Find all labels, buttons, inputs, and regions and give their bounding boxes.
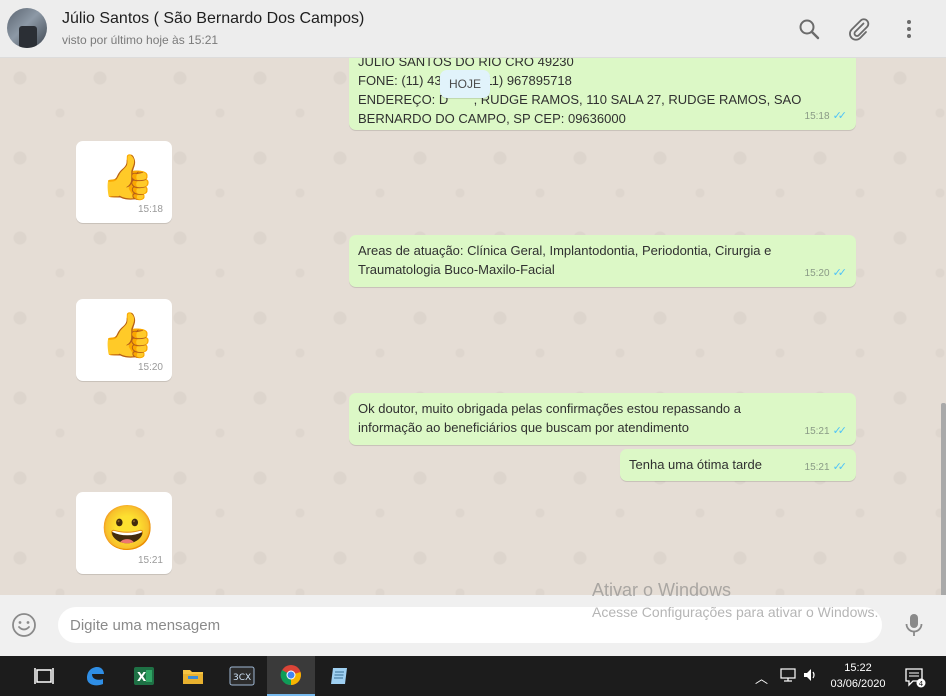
file-explorer-icon[interactable] (169, 656, 217, 696)
read-receipt-icon: ✓✓ (832, 461, 848, 473)
message-bubble-outgoing[interactable]: Tenha uma ótima tarde 15:21 ✓✓ (620, 449, 856, 481)
emoji-picker-icon[interactable] (11, 612, 37, 638)
grinning-face-emoji: 😀 (100, 504, 155, 553)
message-meta: 15:21 ✓✓ (804, 422, 848, 441)
message-time: 15:21 (804, 426, 830, 437)
last-seen-status: visto por último hoje às 15:21 (62, 33, 219, 47)
notepad-icon[interactable] (316, 656, 364, 696)
system-clock[interactable]: 15:22 03/06/2020 (823, 660, 893, 692)
message-composer (0, 595, 946, 656)
read-receipt-icon: ✓✓ (832, 267, 848, 279)
message-bubble-outgoing[interactable]: JULIO SANTOS DO RIO CRO 49230 FONE: (11)… (349, 58, 856, 130)
edge-icon[interactable] (71, 656, 119, 696)
thumbs-up-emoji: 👍 (100, 153, 155, 202)
message-bubble-incoming[interactable]: 👍 15:18 (76, 141, 172, 223)
clock-time: 15:22 (844, 662, 872, 674)
message-time: 15:20 (804, 268, 830, 279)
message-time: 15:21 (137, 555, 163, 566)
chat-header: Júlio Santos ( São Bernardo Dos Campos) … (0, 0, 946, 58)
show-hidden-icons-chevron-icon[interactable]: ︿ (755, 668, 768, 687)
notification-count: 4 (919, 680, 924, 688)
svg-text:X: X (137, 670, 147, 684)
message-bubble-outgoing[interactable]: Areas de atuação: Clínica Geral, Implant… (349, 235, 856, 287)
attach-icon[interactable] (847, 17, 871, 41)
3cx-icon[interactable]: 3CX (218, 656, 266, 696)
message-input[interactable] (58, 607, 882, 643)
microphone-icon[interactable] (903, 612, 925, 638)
message-meta: 15:21 ✓✓ (804, 458, 848, 477)
message-meta: 15:20 (138, 358, 163, 377)
message-text: JULIO SANTOS DO RIO CRO 49230 FONE: (11)… (358, 58, 802, 126)
network-icon[interactable] (780, 668, 796, 685)
message-bubble-incoming[interactable]: 👍 15:20 (76, 299, 172, 381)
message-text: Ok doutor, muito obrigada pelas confirma… (358, 401, 742, 435)
contact-name[interactable]: Júlio Santos ( São Bernardo Dos Campos) (62, 10, 364, 28)
message-time: 15:18 (804, 111, 830, 122)
message-time: 15:21 (804, 462, 830, 473)
search-icon[interactable] (797, 17, 821, 41)
message-time: 15:20 (137, 362, 163, 373)
message-time: 15:18 (137, 204, 163, 215)
svg-text:3CX: 3CX (233, 673, 251, 683)
volume-icon[interactable] (802, 668, 818, 685)
message-bubble-incoming[interactable]: 😀 15:21 (76, 492, 172, 574)
read-receipt-icon: ✓✓ (832, 425, 848, 437)
windows-taskbar: X 3CX ︿ 15:22 03/06/2020 4 (0, 656, 946, 696)
message-bubble-outgoing[interactable]: Ok doutor, muito obrigada pelas confirma… (349, 393, 856, 445)
message-meta: 15:18 ✓✓ (804, 107, 848, 126)
read-receipt-icon: ✓✓ (832, 110, 848, 122)
chrome-icon[interactable] (267, 656, 315, 696)
excel-icon[interactable]: X (120, 656, 168, 696)
chat-scrollbar[interactable] (941, 403, 946, 595)
notification-center-icon[interactable]: 4 (904, 666, 926, 691)
message-meta: 15:21 (138, 551, 163, 570)
clock-date: 03/06/2020 (830, 678, 886, 690)
menu-icon[interactable] (897, 17, 921, 41)
task-view-icon[interactable] (20, 656, 68, 696)
contact-avatar[interactable] (7, 8, 47, 48)
date-badge: HOJE (440, 70, 490, 98)
message-text: Areas de atuação: Clínica Geral, Implant… (358, 243, 772, 277)
message-meta: 15:20 ✓✓ (804, 264, 848, 283)
conversation-panel[interactable]: JULIO SANTOS DO RIO CRO 49230 FONE: (11)… (0, 58, 946, 595)
thumbs-up-emoji: 👍 (100, 311, 155, 360)
message-meta: 15:18 (138, 200, 163, 219)
